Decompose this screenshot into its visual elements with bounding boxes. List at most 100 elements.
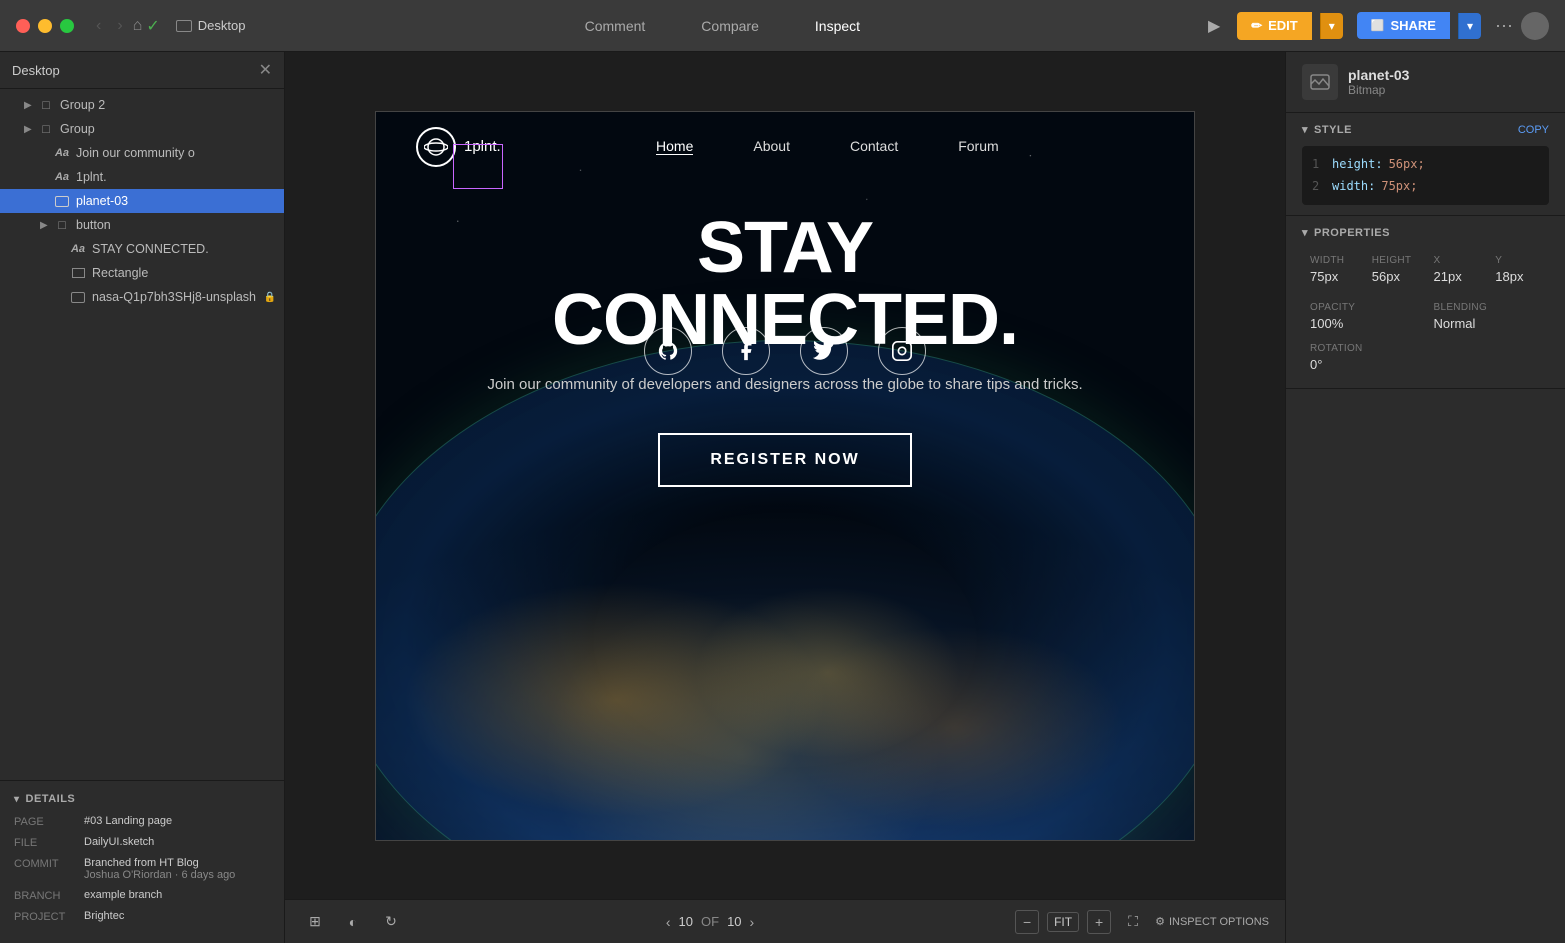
sidebar-item-join[interactable]: ▶ Aa Join our community o	[0, 141, 284, 165]
details-row-project: PROJECT Brightec	[14, 910, 270, 923]
panel-subtitle: Bitmap	[1348, 83, 1409, 97]
nav-contact[interactable]: Contact	[850, 138, 898, 155]
home-button[interactable]: ⌂	[133, 17, 143, 35]
expand-arrow-group: ▶	[24, 124, 38, 135]
next-page-button[interactable]: ›	[750, 914, 755, 930]
main-layout: Desktop ✕ ▶ □ Group 2 ▶ □ Group ▶	[0, 52, 1565, 943]
zoom-fit-button[interactable]: FIT	[1047, 912, 1079, 932]
sidebar-item-nasa[interactable]: ▶ nasa-Q1p7bh3SHj8-unsplash 🔒	[0, 285, 284, 309]
nav-compare[interactable]: Compare	[693, 14, 767, 38]
prev-page-button[interactable]: ‹	[666, 914, 671, 930]
prop-width: WIDTH 75px	[1302, 249, 1364, 290]
close-traffic-light[interactable]	[16, 19, 30, 33]
cta-button[interactable]: REGISTER NOW	[658, 433, 911, 487]
prop-opacity: OPACITY 100%	[1302, 296, 1426, 337]
prop-opacity-label: OPACITY	[1310, 302, 1418, 313]
details-val-page: #03 Landing page	[84, 815, 270, 828]
sidebar-item-group[interactable]: ▶ □ Group	[0, 117, 284, 141]
folder-icon-group2: □	[38, 97, 54, 113]
properties-chevron: ▾	[1302, 226, 1308, 239]
zoom-in-button[interactable]: +	[1087, 910, 1111, 934]
nav-comment[interactable]: Comment	[577, 14, 654, 38]
titlebar: ‹ › ⌂ ✓ Desktop Comment Compare Inspect …	[0, 0, 1565, 52]
edit-button[interactable]: ✏ EDIT	[1237, 12, 1312, 40]
more-options-button[interactable]: ···	[1495, 15, 1513, 36]
lock-icon: 🔒	[264, 292, 276, 303]
minimize-traffic-light[interactable]	[38, 19, 52, 33]
forward-button[interactable]: ›	[111, 15, 128, 37]
expand-arrow-button: ▶	[40, 220, 54, 231]
prop-rotation-label: ROTATION	[1310, 343, 1541, 354]
style-chevron: ▾	[1302, 123, 1308, 136]
sidebar-item-button[interactable]: ▶ □ button	[0, 213, 284, 237]
prop-height-label: HEIGHT	[1372, 255, 1418, 266]
page-of-label: OF	[701, 914, 719, 929]
github-icon[interactable]	[644, 327, 692, 375]
social-icons	[376, 327, 1194, 375]
share-dropdown-button[interactable]: ▾	[1458, 13, 1481, 39]
nav-home[interactable]: Home	[656, 138, 693, 155]
instagram-icon[interactable]	[878, 327, 926, 375]
details-val-file: DailyUI.sketch	[84, 836, 270, 849]
copy-style-button[interactable]: COPY	[1518, 124, 1549, 136]
twitter-icon[interactable]	[800, 327, 848, 375]
details-row-branch: BRANCH example branch	[14, 889, 270, 902]
traffic-lights	[16, 19, 74, 33]
details-val-project: Brightec	[84, 910, 270, 923]
details-key-file: FILE	[14, 836, 84, 849]
grid-view-button[interactable]: ⊞	[301, 908, 329, 936]
inspect-options-icon: ⚙	[1155, 915, 1165, 928]
sidebar: Desktop ✕ ▶ □ Group 2 ▶ □ Group ▶	[0, 52, 285, 943]
sidebar-item-rectangle[interactable]: ▶ Rectangle	[0, 261, 284, 285]
nav-about[interactable]: About	[753, 138, 790, 155]
details-section-title: DETAILS	[26, 793, 76, 805]
item-label-join: Join our community o	[76, 146, 276, 160]
avatar[interactable]	[1521, 12, 1549, 40]
inspect-options-button[interactable]: ⚙ INSPECT OPTIONS	[1155, 915, 1269, 928]
details-title: ▾ DETAILS	[14, 793, 270, 805]
prop-y-value: 18px	[1495, 269, 1541, 284]
prop-grid-opacity: OPACITY 100% BLENDING Normal	[1302, 296, 1549, 337]
canvas-area: 1plnt. Home About Contact Forum STAY	[285, 52, 1285, 943]
details-row-file: FILE DailyUI.sketch	[14, 836, 270, 849]
facebook-icon[interactable]	[722, 327, 770, 375]
hero-subtitle: Join our community of developers and des…	[376, 376, 1194, 393]
sidebar-close-button[interactable]: ✕	[259, 60, 272, 80]
prop-rotation: ROTATION 0°	[1302, 337, 1549, 378]
item-label-stay: STAY CONNECTED.	[92, 242, 276, 256]
panel-title: planet-03	[1348, 67, 1409, 83]
prop-height-value: 56px	[1372, 269, 1418, 284]
prop-blending-label: BLENDING	[1434, 302, 1542, 313]
sidebar-item-group2[interactable]: ▶ □ Group 2	[0, 93, 284, 117]
zoom-out-button[interactable]: −	[1015, 910, 1039, 934]
refresh-button[interactable]: ↻	[377, 908, 405, 936]
inspect-options-label: INSPECT OPTIONS	[1169, 916, 1269, 928]
share-button[interactable]: ⬜ SHARE	[1357, 12, 1450, 39]
item-label-nasa: nasa-Q1p7bh3SHj8-unsplash	[92, 290, 264, 304]
back-button[interactable]: ‹	[90, 15, 107, 37]
theme-toggle-button[interactable]: ◐	[339, 908, 367, 936]
panel-header: planet-03 Bitmap	[1286, 52, 1565, 113]
sidebar-item-stay[interactable]: ▶ Aa STAY CONNECTED.	[0, 237, 284, 261]
nav-arrows: ‹ ›	[90, 15, 129, 37]
maximize-traffic-light[interactable]	[60, 19, 74, 33]
nav-forum[interactable]: Forum	[958, 138, 998, 155]
prop-blending: BLENDING Normal	[1426, 296, 1550, 337]
nav-inspect[interactable]: Inspect	[807, 14, 868, 38]
fullscreen-button[interactable]: ⛶	[1119, 908, 1147, 936]
play-button[interactable]: ▶	[1199, 11, 1229, 41]
image-icon-planet03	[54, 193, 70, 209]
folder-icon-button: □	[54, 217, 70, 233]
sidebar-item-planet03[interactable]: ▶ planet-03	[0, 189, 284, 213]
sidebar-item-1plnt[interactable]: ▶ Aa 1plnt.	[0, 165, 284, 189]
logo-icon	[416, 127, 456, 167]
checkmark-button[interactable]: ✓	[146, 16, 159, 36]
nav-links: Home About Contact Forum	[656, 138, 999, 155]
canvas-viewport[interactable]: 1plnt. Home About Contact Forum STAY	[285, 52, 1285, 899]
style-section-header: ▾ STYLE COPY	[1302, 123, 1549, 136]
prop-width-value: 75px	[1310, 269, 1356, 284]
hero-line1: STAY	[376, 212, 1194, 284]
tab-label[interactable]: Desktop	[198, 18, 246, 33]
edit-dropdown-button[interactable]: ▾	[1320, 13, 1343, 39]
details-key-project: PROJECT	[14, 910, 84, 923]
